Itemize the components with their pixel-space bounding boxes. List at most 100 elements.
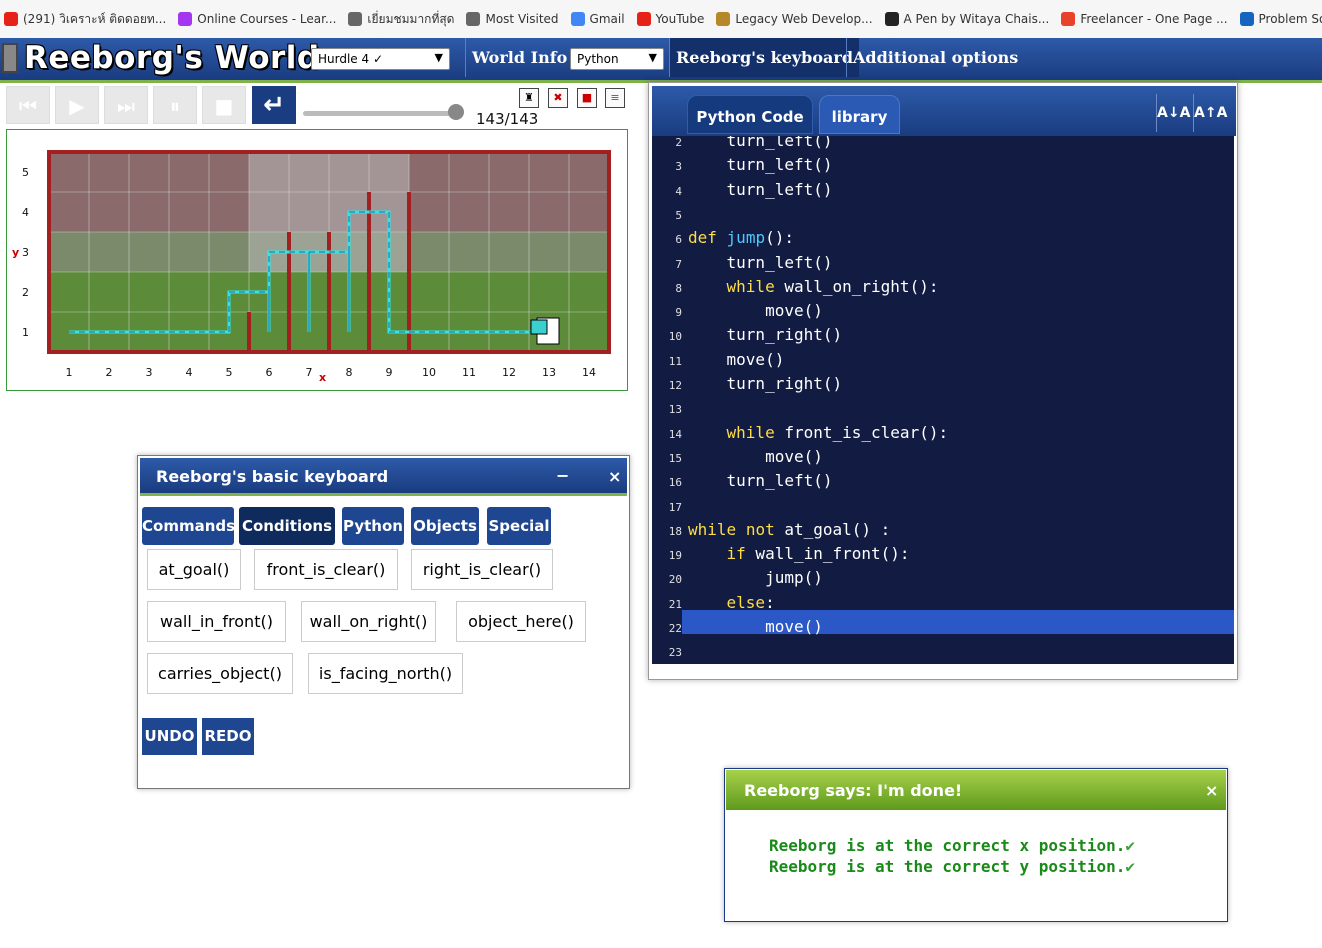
youtube-icon bbox=[4, 12, 18, 26]
condition-button[interactable]: at_goal() bbox=[147, 549, 241, 590]
code-line: move() bbox=[688, 617, 823, 636]
world-select[interactable]: Hurdle 4 ✓ ▼ bbox=[311, 48, 450, 70]
bookmark-label: Legacy Web Develop... bbox=[735, 12, 873, 26]
code-area[interactable]: 2 turn_left() 3 turn_left() 4 turn_left() 5… bbox=[652, 136, 1234, 664]
line-number: 8 bbox=[675, 281, 682, 295]
reeborg-keyboard-button[interactable]: Reeborg's keyboard bbox=[670, 38, 860, 77]
stop-icon: ■ bbox=[214, 94, 234, 118]
line-number: 10 bbox=[668, 330, 682, 344]
minimize-icon[interactable]: − bbox=[556, 466, 569, 485]
enter-arrow-icon: ↵ bbox=[263, 90, 285, 120]
reload-button[interactable]: ⏮ bbox=[6, 86, 50, 124]
x-tick-label: 11 bbox=[462, 366, 476, 379]
line-number: 5 bbox=[675, 208, 682, 222]
condition-button[interactable]: wall_in_front() bbox=[147, 601, 286, 642]
site-logo: Reeborg's World bbox=[24, 40, 320, 76]
line-number: 12 bbox=[668, 379, 682, 392]
tab-library[interactable]: library bbox=[819, 95, 900, 134]
line-number: 9 bbox=[675, 306, 682, 320]
code-line: turn_right() bbox=[688, 325, 843, 345]
y-tick-label: 2 bbox=[22, 286, 29, 299]
code-line: turn_left() bbox=[688, 155, 833, 175]
bookmark-label: Online Courses - Lear... bbox=[197, 12, 337, 26]
keyboard-tab-objects[interactable]: Objects bbox=[411, 507, 479, 545]
x-tick-label: 5 bbox=[226, 366, 233, 379]
condition-button[interactable]: wall_on_right() bbox=[301, 601, 436, 642]
grid-toggle-icon[interactable]: ≡ bbox=[605, 88, 625, 108]
bookmark-label: Most Visited bbox=[485, 12, 559, 26]
bookmark-item[interactable]: เยี่ยมชมมากที่สุด bbox=[348, 10, 454, 29]
line-number: 15 bbox=[668, 451, 682, 465]
play-icon: ▶ bbox=[69, 94, 85, 118]
condition-button[interactable]: is_facing_north() bbox=[308, 653, 463, 694]
line-number: 22 bbox=[668, 622, 682, 635]
step-button[interactable]: ⏭ bbox=[104, 86, 148, 124]
y-tick-label: 1 bbox=[22, 326, 29, 339]
x-tick-label: 8 bbox=[346, 366, 353, 379]
font-increase-button[interactable]: A↑A bbox=[1193, 94, 1227, 132]
close-icon[interactable]: × bbox=[608, 467, 621, 486]
bookmark-item[interactable]: Most Visited bbox=[466, 12, 559, 26]
codepen-icon bbox=[884, 12, 899, 26]
bookmark-item[interactable]: Problem Solving, Pyth... bbox=[1239, 12, 1322, 26]
line-number: 23 bbox=[668, 646, 682, 660]
bookmark-label: เยี่ยมชมมากที่สุด bbox=[367, 11, 455, 26]
play-button[interactable]: ▶ bbox=[55, 86, 99, 124]
line-number: 13 bbox=[668, 403, 682, 417]
code-line: jump() bbox=[688, 568, 823, 588]
line-number: 18 bbox=[668, 524, 682, 538]
close-icon[interactable]: × bbox=[1205, 781, 1218, 800]
line-number: 2 bbox=[675, 136, 682, 149]
y-tick-label: 3 bbox=[22, 246, 29, 259]
x-tick-label: 13 bbox=[542, 366, 556, 379]
condition-button[interactable]: object_here() bbox=[456, 601, 586, 642]
bookmark-item[interactable]: Freelancer - One Page ... bbox=[1061, 12, 1228, 26]
language-select[interactable]: Python ▼ bbox=[570, 48, 664, 70]
keyboard-tab-python[interactable]: Python bbox=[342, 507, 404, 545]
slider-handle[interactable] bbox=[448, 104, 464, 120]
keyboard-tab-special[interactable]: Special bbox=[487, 507, 551, 545]
progress-slider[interactable] bbox=[303, 111, 459, 116]
line-number: 14 bbox=[668, 427, 682, 441]
bookmark-item[interactable]: (291) วิเคราะห์ ติดดอยท... bbox=[4, 10, 166, 29]
code-line: while not at_goal() : bbox=[688, 519, 891, 539]
keyboard-tab-commands[interactable]: Commands bbox=[142, 507, 235, 545]
robot-model-icon[interactable]: ♜ bbox=[519, 88, 539, 108]
x-tick-label: 7 bbox=[306, 366, 313, 379]
stop-button[interactable]: ■ bbox=[202, 86, 246, 124]
gear-icon bbox=[466, 12, 481, 26]
gear-icon bbox=[348, 12, 363, 26]
pause-button[interactable]: ⏸ bbox=[153, 86, 197, 124]
bookmark-item[interactable]: A Pen by Witaya Chais... bbox=[884, 12, 1050, 26]
font-decrease-button[interactable]: A↓A bbox=[1156, 94, 1190, 132]
keyboard-tab-conditions[interactable]: Conditions bbox=[239, 507, 335, 545]
condition-button[interactable]: front_is_clear() bbox=[254, 549, 398, 590]
condition-button[interactable]: right_is_clear() bbox=[411, 549, 553, 590]
bookmark-label: Freelancer - One Page ... bbox=[1080, 12, 1228, 26]
run-button[interactable]: ↵ bbox=[252, 86, 296, 124]
line-number: 19 bbox=[668, 549, 682, 563]
bookmark-label: Gmail bbox=[589, 12, 625, 26]
redo-button[interactable]: REDO bbox=[202, 718, 254, 755]
code-line: def jump(): bbox=[688, 228, 794, 248]
tab-python-code[interactable]: Python Code bbox=[687, 95, 813, 134]
code-line: while wall_on_right(): bbox=[726, 276, 939, 296]
additional-options-button[interactable]: Additional options bbox=[847, 38, 1024, 77]
freecodecamp-icon bbox=[716, 12, 731, 26]
bookmark-item[interactable]: Gmail bbox=[570, 12, 625, 26]
checkmark-icon: ✔ bbox=[1125, 836, 1136, 855]
condition-button[interactable]: carries_object() bbox=[147, 653, 293, 694]
clear-trace-icon[interactable]: ✖ bbox=[548, 88, 568, 108]
bookmarks-bar: (291) วิเคราะห์ ติดดอยท... Online Courses… bbox=[0, 0, 1322, 38]
keyboard-header: Reeborg's basic keyboard − × bbox=[140, 458, 627, 496]
bookmark-item[interactable]: YouTube bbox=[636, 12, 704, 26]
world-info-button[interactable]: World Info bbox=[466, 38, 573, 77]
bookmark-label: A Pen by Witaya Chais... bbox=[903, 12, 1050, 26]
bookmark-item[interactable]: Online Courses - Lear... bbox=[178, 12, 336, 26]
bookmark-item[interactable]: Legacy Web Develop... bbox=[716, 12, 873, 26]
keyboard-title: Reeborg's basic keyboard bbox=[156, 467, 389, 486]
code-line: turn_left() bbox=[688, 471, 833, 491]
undo-button[interactable]: UNDO bbox=[142, 718, 197, 755]
hide-trace-icon[interactable]: ■ bbox=[577, 88, 597, 108]
udemy-icon bbox=[178, 12, 193, 26]
